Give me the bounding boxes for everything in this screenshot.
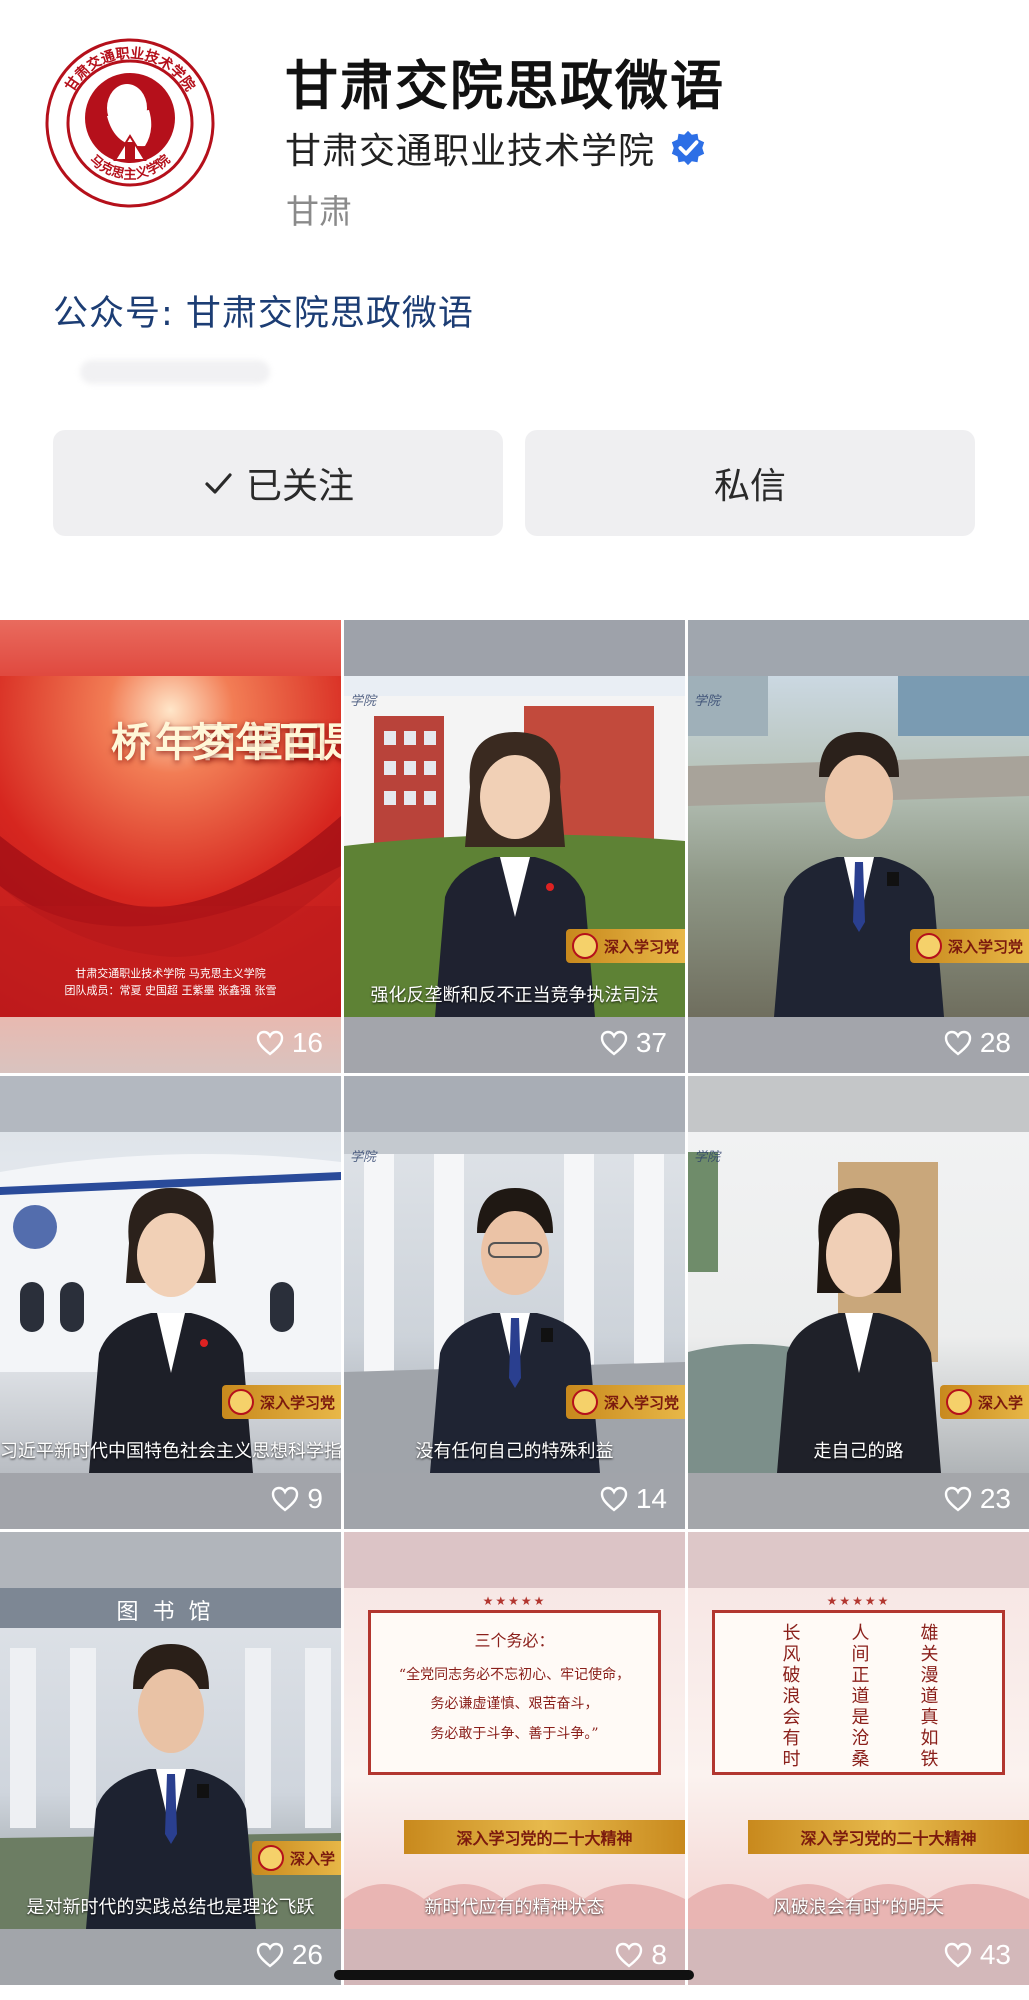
video-tile[interactable]: 图书馆 深入学 是对新时代的实践总结也是理论飞跃 26 (0, 1532, 341, 1985)
video-thumbnail: 回望百年桥 恰是百年梦 甘肃交通职业技术学院 马克思主义学院 团队成员：常夏 史… (0, 676, 341, 1017)
poster-credit-line-1: 甘肃交通职业技术学院 马克思主义学院 (75, 967, 266, 980)
quote-line: “全党同志务必不忘初心、牢记使命， (398, 1667, 631, 1683)
like-count: 43 (944, 1939, 1011, 1971)
presenter-figure (415, 727, 615, 1017)
topic-badge: 深入学 (251, 1841, 341, 1875)
like-count: 26 (256, 1939, 323, 1971)
video-caption: 强化反垄断和反不正当竞争执法司法 (370, 985, 659, 1006)
quote-heading: 三个务必： (474, 1631, 555, 1650)
video-thumbnail: 学院 (344, 1132, 685, 1473)
like-count-value: 14 (635, 1483, 667, 1514)
video-tile[interactable]: 学院 深入学习党 28 (688, 620, 1029, 1073)
building-sign: 图书馆 (116, 1600, 225, 1625)
like-count-value: 28 (979, 1027, 1011, 1058)
topic-badge: 深入学习党 (909, 929, 1029, 963)
like-count-value: 23 (979, 1483, 1011, 1514)
video-tile[interactable]: ★★★★★ 三个务必： “全党同志务必不忘初心、牢记使命， 务必谦虚谨慎、艰苦奋… (344, 1532, 685, 1985)
check-icon (205, 473, 232, 494)
blurred-text (80, 360, 270, 384)
followed-button[interactable]: 已关注 (53, 430, 503, 536)
followed-label: 已关注 (245, 466, 354, 507)
presenter-figure (759, 1183, 959, 1473)
topic-badge: 深入学 (939, 1385, 1029, 1419)
theme-banner: 深入学习党的二十大精神 (748, 1820, 1029, 1854)
presenter-figure (71, 1639, 271, 1929)
account-name: 甘肃交院思政微语 (285, 56, 725, 117)
heart-icon (944, 1942, 972, 1968)
heart-icon (600, 1486, 628, 1512)
video-caption: 风破浪会有时”的明天 (772, 1897, 945, 1918)
video-tile[interactable]: 回望百年桥 恰是百年梦 甘肃交通职业技术学院 马克思主义学院 团队成员：常夏 史… (0, 620, 341, 1073)
topic-badge: 深入学习党 (565, 1385, 685, 1419)
video-thumbnail (0, 1132, 341, 1473)
video-thumbnail: ★★★★★ 长风破浪会有时 人间正道是沧桑 雄关漫道真如铁 深入学习党的二十大精… (688, 1588, 1029, 1929)
video-grid: 回望百年桥 恰是百年梦 甘肃交通职业技术学院 马克思主义学院 团队成员：常夏 史… (0, 620, 1029, 1985)
organization-name: 甘肃交通职业技术学院 (285, 131, 656, 172)
like-count: 37 (600, 1027, 667, 1059)
like-count-value: 37 (635, 1027, 667, 1058)
topic-badge: 深入学习党 (565, 929, 685, 963)
stars-decoration: ★★★★★ (482, 1594, 547, 1608)
poster-title-right: 恰是百年梦 (184, 721, 341, 761)
like-count: 14 (600, 1483, 667, 1515)
verified-badge-icon (671, 130, 705, 166)
video-tile[interactable]: 学院 深入学习党 强化反垄断和反不正当竞争执法司法 37 (344, 620, 685, 1073)
video-tile[interactable]: 学院 深入学习党 没有任何自己的特殊利益 14 (344, 1076, 685, 1529)
like-count-value: 16 (291, 1027, 323, 1058)
video-tile[interactable]: 学院 深入学 走自己的路 23 (688, 1076, 1029, 1529)
heart-icon (256, 1942, 284, 1968)
heart-icon (600, 1030, 628, 1056)
video-caption: 新时代应有的精神状态 (424, 1897, 605, 1918)
video-caption: 走自己的路 (813, 1441, 904, 1462)
poem-column: 长风破浪会有时 (779, 1623, 801, 1770)
presenter-figure (71, 1183, 271, 1473)
message-button[interactable]: 私信 (525, 430, 975, 536)
home-indicator[interactable] (334, 1970, 694, 1980)
video-tile[interactable]: 深入学习党 习近平新时代中国特色社会主义思想科学指引 9 (0, 1076, 341, 1529)
quote-line: 务必谦虚谨慎、艰苦奋斗， (430, 1696, 599, 1713)
like-count: 23 (944, 1483, 1011, 1515)
like-count: 28 (944, 1027, 1011, 1059)
like-count-value: 8 (651, 1939, 667, 1970)
location-label: 甘肃 (286, 192, 352, 231)
heart-icon (616, 1942, 643, 1968)
poem-box: 长风破浪会有时 人间正道是沧桑 雄关漫道真如铁 (712, 1610, 1005, 1775)
video-caption: 是对新时代的实践总结也是理论飞跃 (26, 1897, 315, 1918)
topic-badge: 深入学习党 (221, 1385, 341, 1419)
video-thumbnail: 图书馆 (0, 1588, 341, 1929)
like-count: 9 (271, 1483, 323, 1515)
like-count: 16 (256, 1027, 323, 1059)
video-caption: 没有任何自己的特殊利益 (415, 1441, 614, 1462)
heart-icon (256, 1030, 284, 1056)
heart-icon (272, 1486, 299, 1512)
video-tile[interactable]: ★★★★★ 长风破浪会有时 人间正道是沧桑 雄关漫道真如铁 深入学习党的二十大精… (688, 1532, 1029, 1985)
quote-line: 务必敢于斗争、善于斗争。” (430, 1725, 599, 1742)
message-label: 私信 (713, 466, 786, 507)
presenter-figure (415, 1183, 615, 1473)
official-account-link[interactable]: 公众号: 甘肃交院思政微语 (53, 285, 474, 336)
video-thumbnail: 学院 (344, 676, 685, 1017)
theme-banner: 深入学习党的二十大精神 (404, 1820, 685, 1854)
poem-column: 雄关漫道真如铁 (917, 1623, 939, 1770)
video-thumbnail: ★★★★★ 三个务必： “全党同志务必不忘初心、牢记使命， 务必谦虚谨慎、艰苦奋… (344, 1588, 685, 1929)
quote-box: 三个务必： “全党同志务必不忘初心、牢记使命， 务必谦虚谨慎、艰苦奋斗， 务必敢… (368, 1610, 661, 1775)
poem-column: 人间正道是沧桑 (848, 1623, 870, 1770)
organization-row: 甘肃交通职业技术学院 (285, 122, 707, 174)
heart-icon (944, 1486, 972, 1512)
account-avatar[interactable]: 甘肃交通职业技术学院 马克思主义学院 (45, 38, 215, 208)
like-count-value: 9 (307, 1483, 323, 1514)
like-count-value: 43 (979, 1939, 1011, 1970)
stars-decoration: ★★★★★ (826, 1594, 891, 1608)
video-thumbnail: 学院 (688, 1132, 1029, 1473)
like-count: 8 (615, 1939, 667, 1971)
like-count-value: 26 (291, 1939, 323, 1970)
video-caption: 习近平新时代中国特色社会主义思想科学指引 (0, 1441, 341, 1462)
video-thumbnail: 学院 (688, 676, 1029, 1017)
presenter-figure (759, 727, 959, 1017)
heart-icon (944, 1030, 972, 1056)
poster-credit-line-2: 团队成员：常夏 史国超 王紫墨 张鑫强 张雪 (64, 983, 277, 997)
